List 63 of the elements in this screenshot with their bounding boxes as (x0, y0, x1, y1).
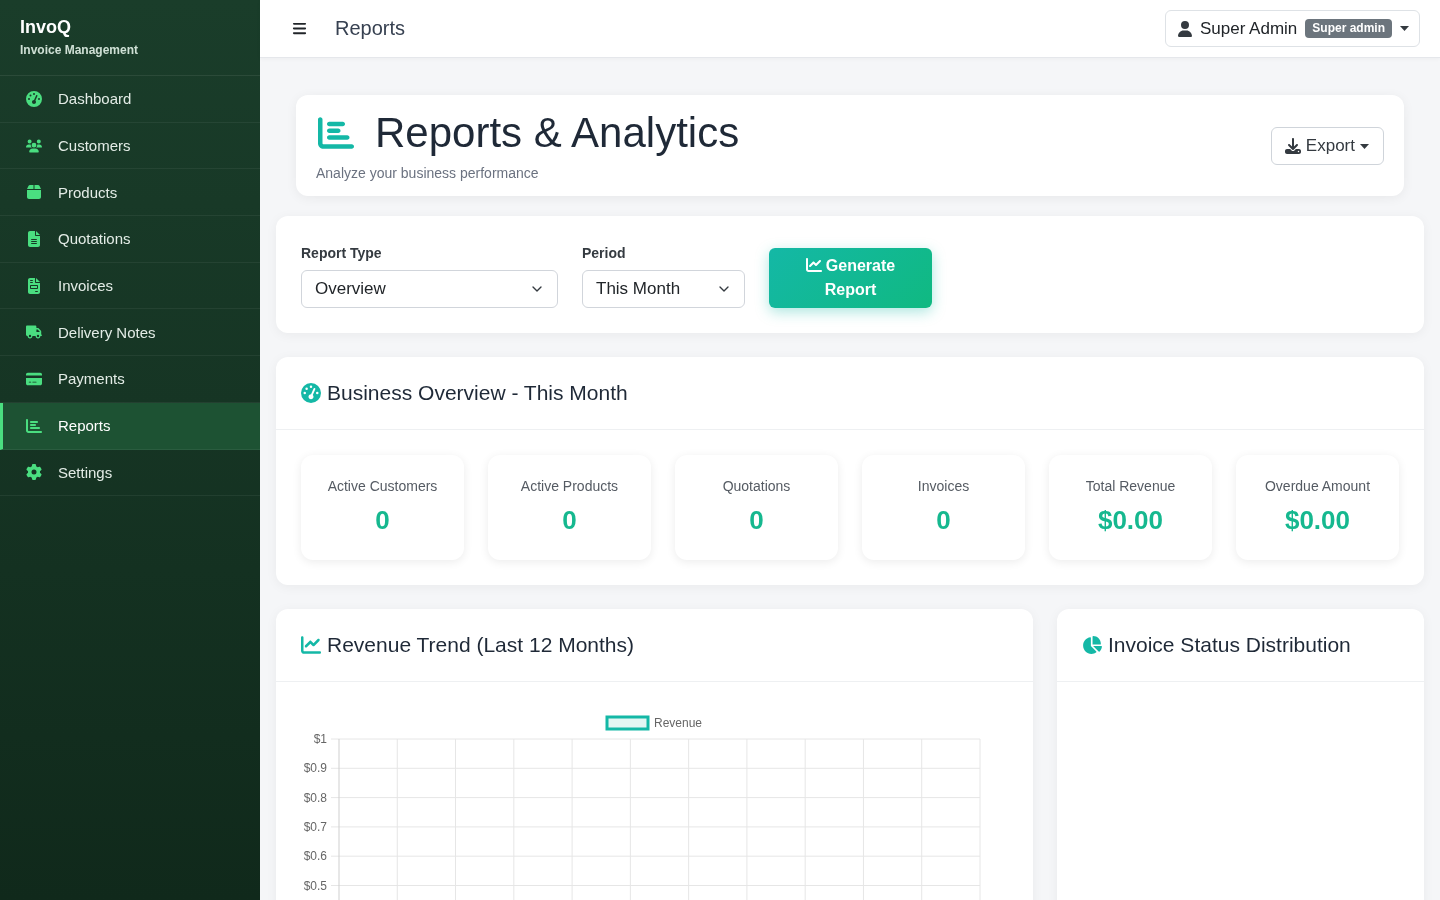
select-field[interactable]: This Month (582, 270, 745, 308)
sidebar-item[interactable]: Delivery Notes (0, 309, 260, 357)
role-badge: Super admin (1305, 19, 1392, 38)
sidebar-item[interactable]: Payments (0, 356, 260, 403)
truck-icon (26, 324, 42, 341)
pie-chart-icon (1082, 635, 1102, 655)
stat-label: Active Products (520, 478, 619, 494)
stat-value: 0 (375, 505, 390, 536)
y-axis-label: $0.5 (303, 878, 327, 893)
page-title: Reports (335, 17, 406, 40)
bar-chart-icon (26, 417, 42, 434)
brand-subtitle: Invoice Management (20, 43, 139, 58)
line-chart-icon (805, 257, 822, 273)
line-chart-icon (301, 635, 321, 655)
stat-label: Invoices (917, 478, 970, 494)
stat-label: Quotations (722, 478, 791, 494)
users-icon (26, 137, 42, 154)
stat-label: Overdue Amount (1264, 478, 1371, 494)
stat-value: 0 (562, 505, 577, 536)
y-axis-label: $0.6 (303, 849, 327, 864)
download-icon (1284, 138, 1301, 154)
export-button[interactable]: Export (1270, 127, 1384, 165)
legend-label: Revenue (654, 716, 703, 730)
sidebar-item[interactable]: Reports (0, 402, 260, 450)
document-icon (26, 230, 42, 247)
field-label: Report Type (301, 245, 382, 261)
sidebar-item[interactable]: Quotations (0, 216, 260, 263)
gauge-icon (301, 383, 321, 403)
menu-button[interactable] (292, 21, 307, 36)
user-icon (1177, 20, 1192, 37)
select-field[interactable]: Overview (301, 270, 558, 308)
bar-chart-icon (316, 115, 356, 151)
sidebar-item[interactable]: Invoices (0, 262, 260, 310)
y-axis-label: $0.9 (303, 761, 327, 776)
caret-icon (1360, 143, 1369, 149)
sidebar-item[interactable]: Dashboard (0, 76, 260, 123)
stat-value: 0 (936, 505, 951, 536)
y-axis-label: $1 (313, 732, 327, 746)
sidebar-item[interactable]: Settings (0, 449, 260, 497)
y-axis-label: $0.8 (303, 790, 327, 805)
brand-name: InvoQ (20, 16, 71, 38)
section-title: Revenue Trend (Last 12 Months) (327, 633, 634, 657)
section-title: Business Overview - This Month (327, 381, 628, 405)
y-axis-label: $0.7 (303, 819, 327, 834)
stat-label: Total Revenue (1085, 478, 1176, 494)
caret-icon (1400, 26, 1409, 31)
page-subtitle: Analyze your business performance (316, 165, 539, 181)
stat-value: 0 (749, 505, 764, 536)
section-title: Invoice Status Distribution (1108, 633, 1351, 657)
stat-label: Active Customers (327, 478, 438, 494)
credit-card-icon (26, 370, 42, 387)
page-heading: Reports & Analytics (375, 109, 740, 157)
menu-icon (292, 21, 307, 36)
box-icon (26, 184, 42, 201)
gear-icon (26, 464, 42, 481)
user-menu-button[interactable]: Super Admin Super admin (1164, 10, 1420, 47)
gauge-icon (26, 90, 42, 107)
stat-value: $0.00 (1097, 505, 1164, 536)
sidebar-item[interactable]: Products (0, 169, 260, 217)
stat-value: $0.00 (1284, 505, 1351, 536)
invoice-icon (26, 277, 42, 294)
field-label: Period (582, 245, 626, 261)
sidebar-item[interactable]: Customers (0, 122, 260, 170)
